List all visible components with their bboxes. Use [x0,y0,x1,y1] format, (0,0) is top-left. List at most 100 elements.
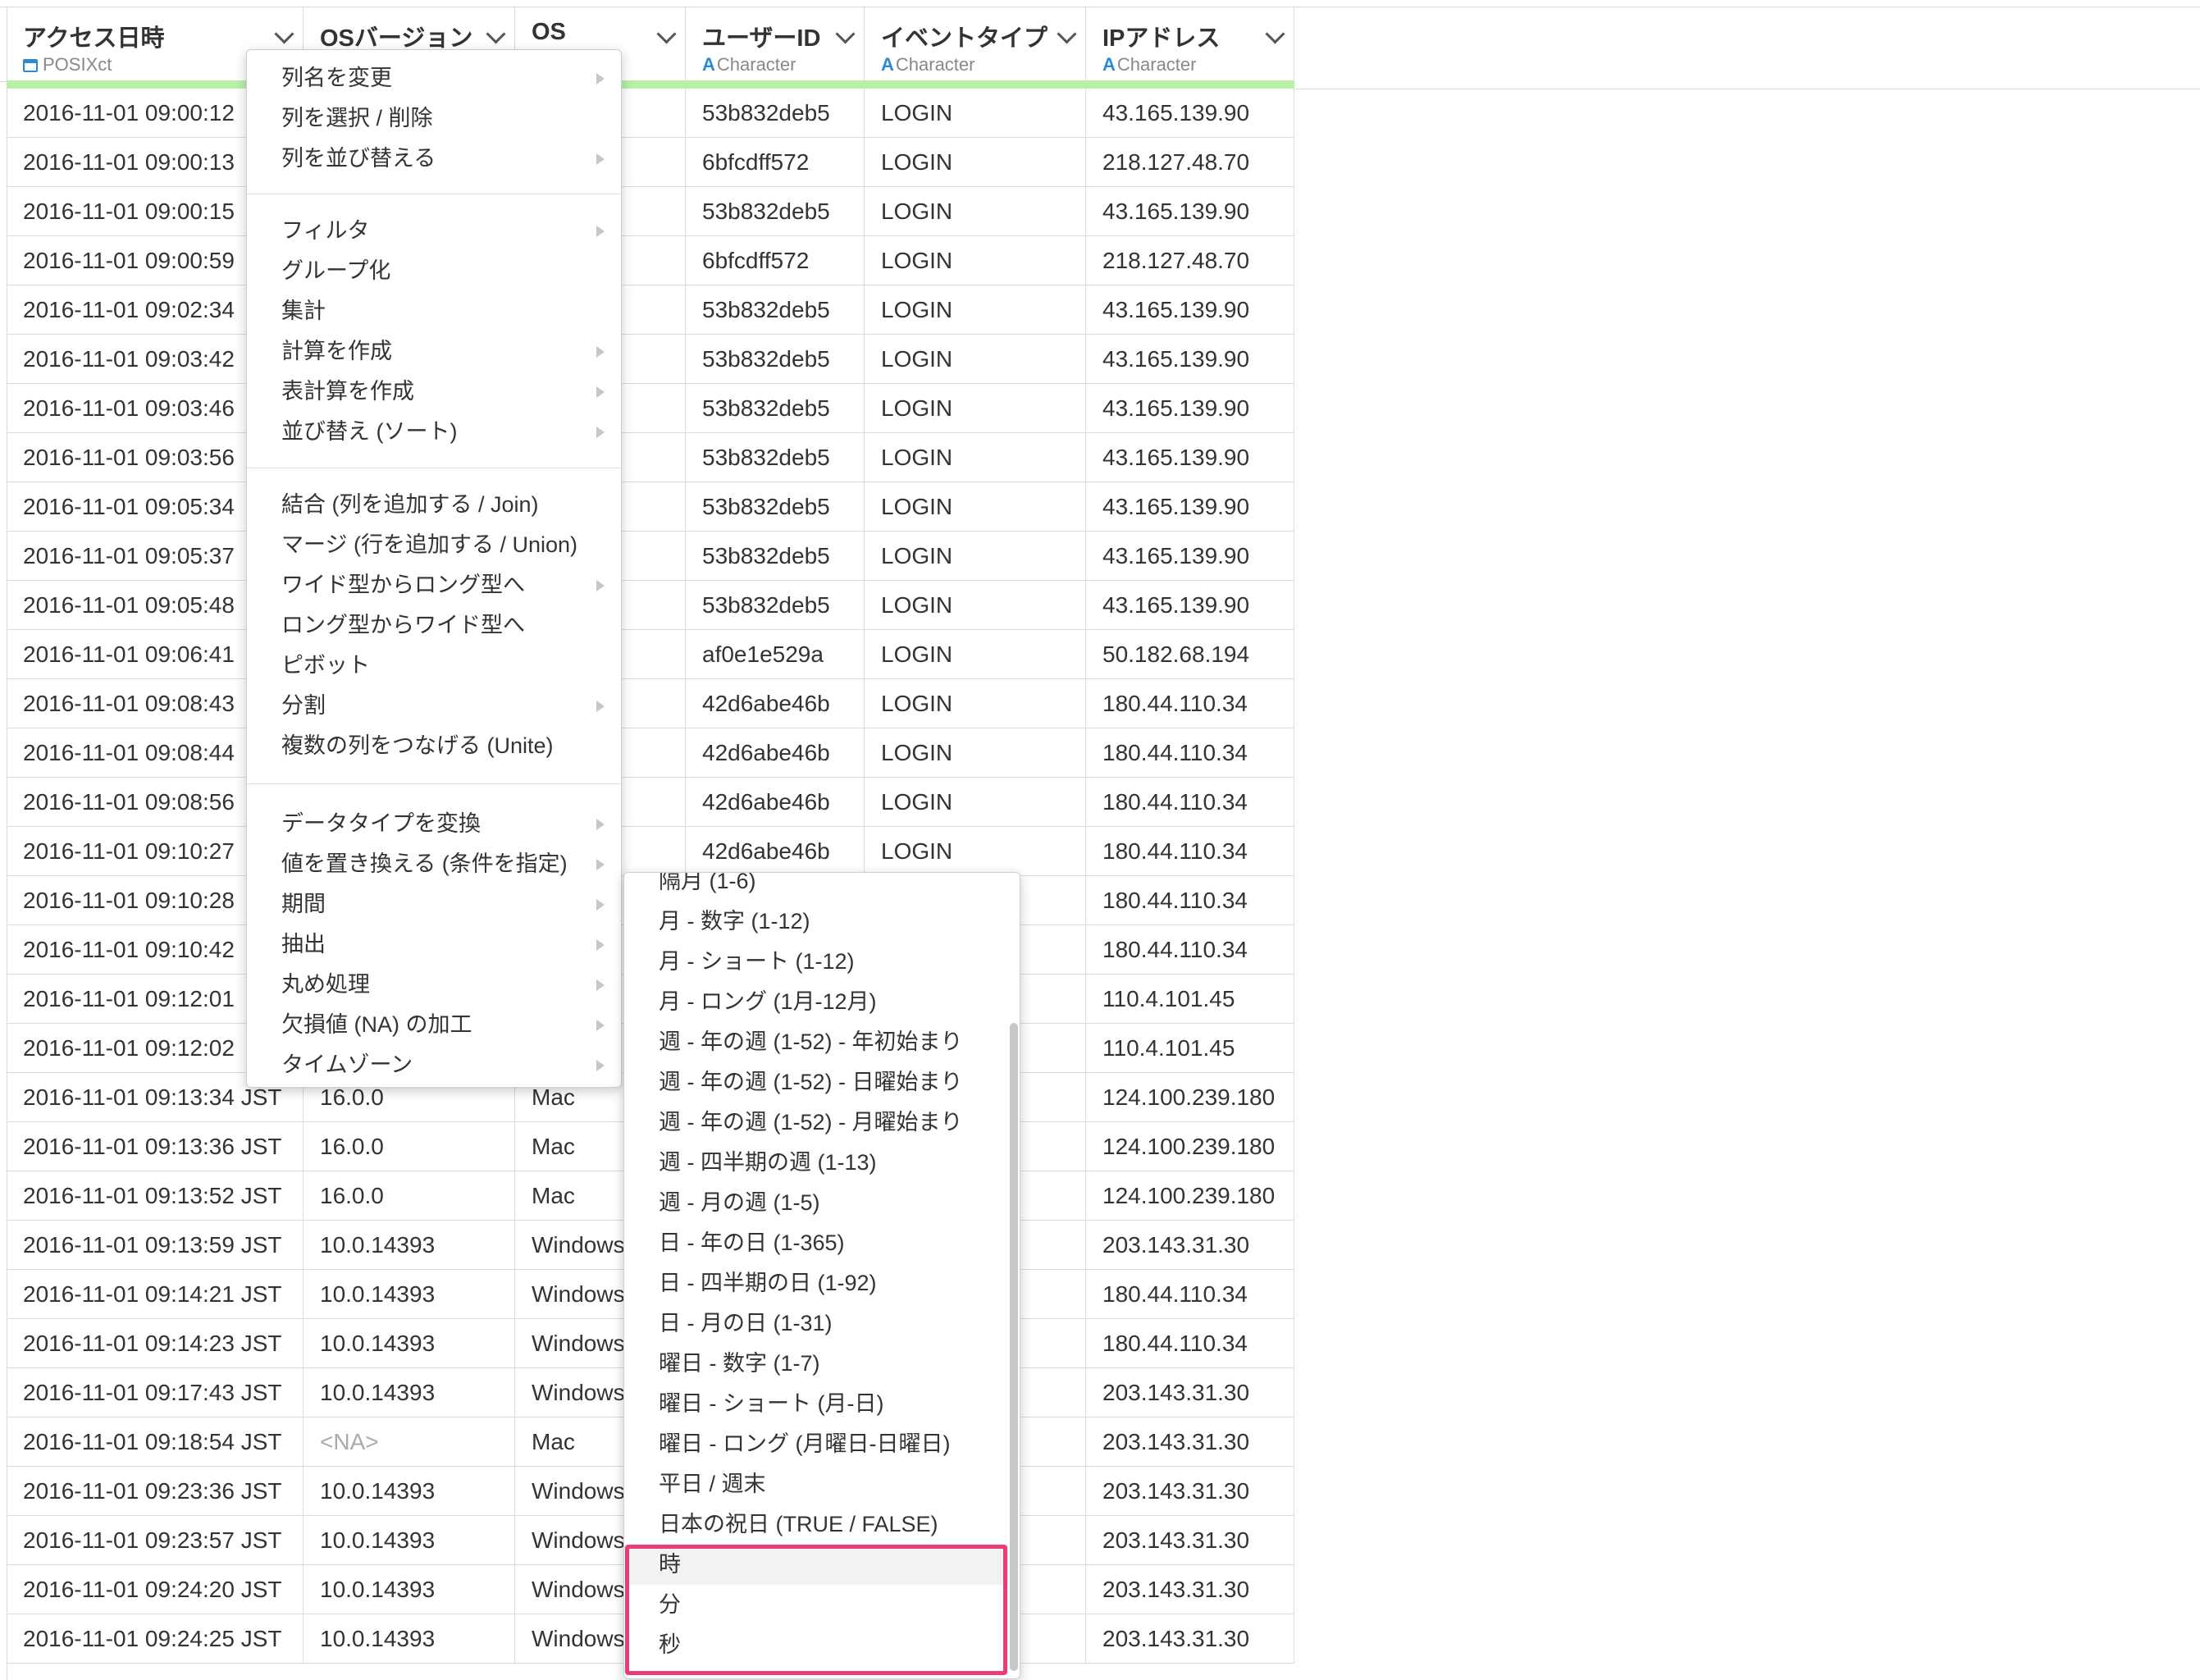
column-header-user-id[interactable]: ユーザーID ACharacter [686,7,865,80]
cell-ip-address: 43.165.139.90 [1086,384,1294,432]
submenu-item[interactable]: 週 - 年の週 (1-52) - 月曜始まり [624,1102,1008,1143]
menu-item[interactable]: マージ (行を追加する / Union) [247,525,621,565]
menu-item-label: 列を並び替える [281,146,436,171]
submenu-item[interactable]: 月 - ロング (1月-12月) [624,982,1008,1022]
cell-ip-address: 180.44.110.34 [1086,1319,1294,1367]
submenu-arrow-icon [596,427,605,438]
menu-item[interactable]: 集計 [247,291,621,331]
submenu-item[interactable]: 週 - 年の週 (1-52) - 日曜始まり [624,1062,1008,1102]
submenu-item[interactable]: 週 - 四半期の週 (1-13) [624,1143,1008,1183]
column-quality-bar [7,80,1294,89]
submenu-item[interactable]: 月 - ショート (1-12) [624,942,1008,982]
menu-item[interactable]: 抽出 [247,924,621,965]
submenu-arrow-icon [596,580,605,591]
cell-ip-address: 43.165.139.90 [1086,532,1294,580]
menu-item[interactable]: 列名を変更 [247,58,621,98]
table-row: 2016-11-01 09:05:34 53b832deb5 LOGIN 43.165… [7,482,1294,532]
menu-item-label: ロング型からワイド型へ [281,613,525,637]
submenu-item[interactable]: 日 - 年の日 (1-365) [624,1223,1008,1263]
menu-item[interactable]: 表計算を作成 [247,372,621,412]
submenu-item[interactable]: 週 - 年の週 (1-52) - 年初始まり [624,1022,1008,1062]
table-row: 2016-11-01 09:03:56 53b832deb5 LOGIN 43.165… [7,433,1294,482]
cell-event-type: LOGIN [865,827,1086,875]
cell-user-id: 53b832deb5 [686,335,865,383]
menu-item[interactable]: 分割 [247,686,621,726]
chevron-down-icon[interactable] [835,24,856,44]
cell-os-version: 10.0.14393 [304,1319,515,1367]
submenu-item[interactable]: 平日 / 週末 [624,1464,1008,1504]
menu-item[interactable]: 結合 (列を追加する / Join) [247,485,621,525]
cell-access-time: 2016-11-01 09:24:20 JST [7,1565,304,1614]
menu-item[interactable]: データタイプを変換 [247,804,621,844]
column-title: IPアドレス [1102,25,1221,52]
cell-user-id: 6bfcdff572 [686,236,865,285]
menu-item[interactable]: フィルタ [247,211,621,251]
submenu-arrow-icon [596,226,605,237]
cell-os-version: 10.0.14393 [304,1368,515,1417]
cell-event-type: LOGIN [865,89,1086,137]
character-type-icon: A [881,54,894,75]
chevron-down-icon[interactable] [656,24,677,44]
cell-ip-address: 124.100.239.180 [1086,1073,1294,1121]
cell-ip-address: 43.165.139.90 [1086,482,1294,531]
chevron-down-icon[interactable] [1265,24,1285,44]
menu-item[interactable]: タイムゾーン [247,1045,621,1085]
menu-item[interactable]: 欠損値 (NA) の加工 [247,1005,621,1045]
menu-item[interactable]: ワイド型からロング型へ [247,565,621,605]
menu-item[interactable]: ピボット [247,646,621,686]
menu-item[interactable]: 列を並び替える [247,139,621,179]
cell-os-version: 10.0.14393 [304,1614,515,1663]
cell-os-version: 10.0.14393 [304,1565,515,1614]
cell-access-time: 2016-11-01 09:14:21 JST [7,1270,304,1318]
submenu-item[interactable]: 日 - 四半期の日 (1-92) [624,1263,1008,1303]
submenu-arrow-icon [596,819,605,830]
cell-access-time: 2016-11-01 09:23:57 JST [7,1516,304,1564]
submenu-item[interactable]: 曜日 - 数字 (1-7) [624,1344,1008,1384]
menu-item[interactable]: グループ化 [247,251,621,291]
menu-item[interactable]: 期間 [247,884,621,924]
cell-event-type: LOGIN [865,630,1086,678]
cell-event-type: LOGIN [865,532,1086,580]
table-row: 2016-11-01 09:08:44 42d6abe46b LOGIN 180.44… [7,728,1294,778]
menu-item[interactable]: 並び替え (ソート) [247,412,621,452]
column-header-event-type[interactable]: イベントタイプ ACharacter [865,7,1086,80]
submenu-item[interactable]: 曜日 - ショート (月-日) [624,1384,1008,1424]
cell-os-version: 10.0.14393 [304,1270,515,1318]
cell-ip-address: 110.4.101.45 [1086,1024,1294,1072]
column-type: ACharacter [702,54,796,75]
menu-item[interactable]: 丸め処理 [247,965,621,1005]
chevron-down-icon[interactable] [486,24,506,44]
chevron-down-icon[interactable] [274,24,294,44]
menu-item-label: 抽出 [281,932,326,956]
submenu-item[interactable]: 隔月 (1-6) [624,873,1008,902]
submenu-item[interactable]: 日本の祝日 (TRUE / FALSE) [624,1504,1008,1545]
submenu-item[interactable]: 月 - 数字 (1-12) [624,902,1008,942]
table-row: 2016-11-01 09:10:27 42d6abe46b LOGIN 180.44… [7,827,1294,876]
submenu-scrollbar[interactable] [1010,1023,1018,1671]
menu-item[interactable]: ロング型からワイド型へ [247,605,621,646]
submenu-item[interactable]: 週 - 月の週 (1-5) [624,1183,1008,1223]
cell-access-time: 2016-11-01 09:14:23 JST [7,1319,304,1367]
column-title: OS [532,19,566,45]
chevron-down-icon[interactable] [1057,24,1077,44]
column-type: ACharacter [881,54,974,75]
column-context-menu: 列名を変更 列を選択 / 削除列を並び替える フィルタグループ化 集計 計算を作成 表計算… [246,49,622,1088]
cell-ip-address: 43.165.139.90 [1086,89,1294,137]
cell-ip-address: 180.44.110.34 [1086,679,1294,728]
menu-item[interactable]: 列を選択 / 削除 [247,98,621,139]
menu-item-label: フィルタ [281,218,370,243]
menu-item-label: ピボット [281,653,370,678]
menu-item[interactable]: 複数の列をつなげる (Unite) [247,726,621,766]
column-type: ACharacter [1102,54,1196,75]
cell-user-id: af0e1e529a [686,630,865,678]
cell-ip-address: 180.44.110.34 [1086,827,1294,875]
submenu-arrow-icon [596,153,605,165]
menu-item[interactable]: 値を置き換える (条件を指定) [247,844,621,884]
cell-os-version: <NA> [304,1418,515,1466]
submenu-item[interactable]: 曜日 - ロング (月曜日-日曜日) [624,1424,1008,1464]
cell-ip-address: 203.143.31.30 [1086,1221,1294,1269]
submenu-item[interactable]: 日 - 月の日 (1-31) [624,1303,1008,1344]
menu-item[interactable]: 計算を作成 [247,331,621,372]
submenu-arrow-icon [596,939,605,951]
column-header-ip-address[interactable]: IPアドレス ACharacter [1086,7,1294,80]
